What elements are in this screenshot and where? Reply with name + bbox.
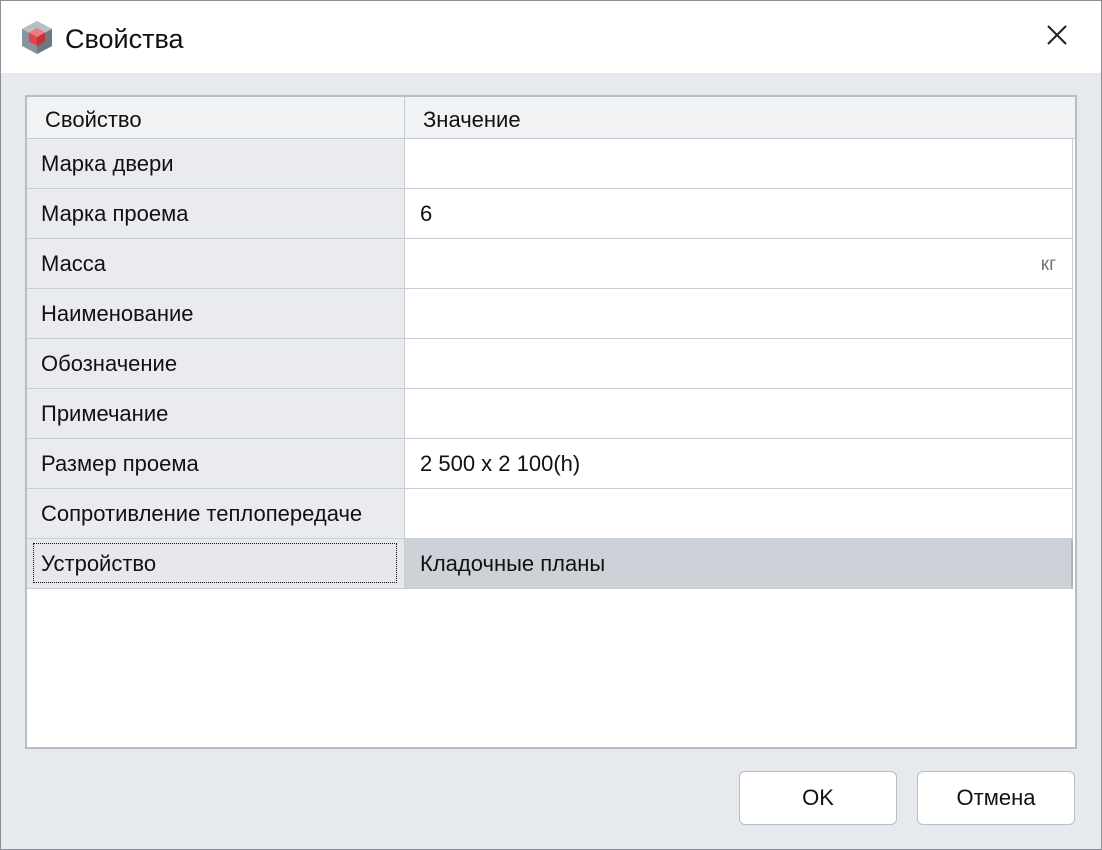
- close-icon: [1046, 24, 1068, 51]
- unit-label: кг: [1040, 254, 1056, 275]
- close-button[interactable]: [1035, 15, 1079, 59]
- column-header-value[interactable]: Значение: [423, 97, 521, 139]
- table-row[interactable]: Масса кг: [27, 239, 1075, 289]
- property-name[interactable]: Марка двери: [27, 139, 404, 189]
- cube-icon: [19, 19, 55, 55]
- property-value[interactable]: [405, 139, 1073, 189]
- property-value[interactable]: [405, 289, 1073, 339]
- grid-header: Свойство Значение: [27, 97, 1075, 139]
- property-value[interactable]: 6: [405, 189, 1073, 239]
- property-value[interactable]: [405, 339, 1073, 389]
- table-row[interactable]: Марка двери: [27, 139, 1075, 189]
- property-name[interactable]: Марка проема: [27, 189, 404, 239]
- ok-button[interactable]: OK: [739, 771, 897, 825]
- property-name[interactable]: Наименование: [27, 289, 404, 339]
- value-text: Кладочные планы: [420, 551, 606, 576]
- column-header-property[interactable]: Свойство: [45, 97, 142, 139]
- property-name[interactable]: Устройство: [27, 539, 404, 589]
- property-name[interactable]: Размер проема: [27, 439, 404, 489]
- column-divider[interactable]: [404, 97, 405, 139]
- table-row[interactable]: Сопротивление теплопередаче: [27, 489, 1075, 539]
- properties-dialog: Свойства Свойство Значение Марка двери М…: [0, 0, 1102, 850]
- property-value[interactable]: Кладочные планы: [405, 539, 1073, 589]
- properties-grid: Свойство Значение Марка двери Марка прое…: [25, 95, 1077, 749]
- table-row[interactable]: Обозначение: [27, 339, 1075, 389]
- property-name[interactable]: Обозначение: [27, 339, 404, 389]
- value-text: 6: [420, 201, 433, 226]
- table-row[interactable]: Размер проема 2 500 x 2 100(h): [27, 439, 1075, 489]
- table-row[interactable]: Марка проема 6: [27, 189, 1075, 239]
- property-value[interactable]: кг: [405, 239, 1073, 289]
- property-value[interactable]: 2 500 x 2 100(h): [405, 439, 1073, 489]
- value-text: 2 500 x 2 100(h): [420, 451, 581, 476]
- property-name[interactable]: Масса: [27, 239, 404, 289]
- dialog-title: Свойства: [65, 24, 184, 54]
- property-name[interactable]: Сопротивление теплопередаче: [27, 489, 404, 539]
- property-value[interactable]: [405, 389, 1073, 439]
- property-value[interactable]: [405, 489, 1073, 539]
- title-bar: Свойства: [1, 1, 1101, 73]
- property-name[interactable]: Примечание: [27, 389, 404, 439]
- table-row-selected[interactable]: Устройство Кладочные планы: [27, 539, 1075, 589]
- table-row[interactable]: Наименование: [27, 289, 1075, 339]
- table-row[interactable]: Примечание: [27, 389, 1075, 439]
- cancel-button[interactable]: Отмена: [917, 771, 1075, 825]
